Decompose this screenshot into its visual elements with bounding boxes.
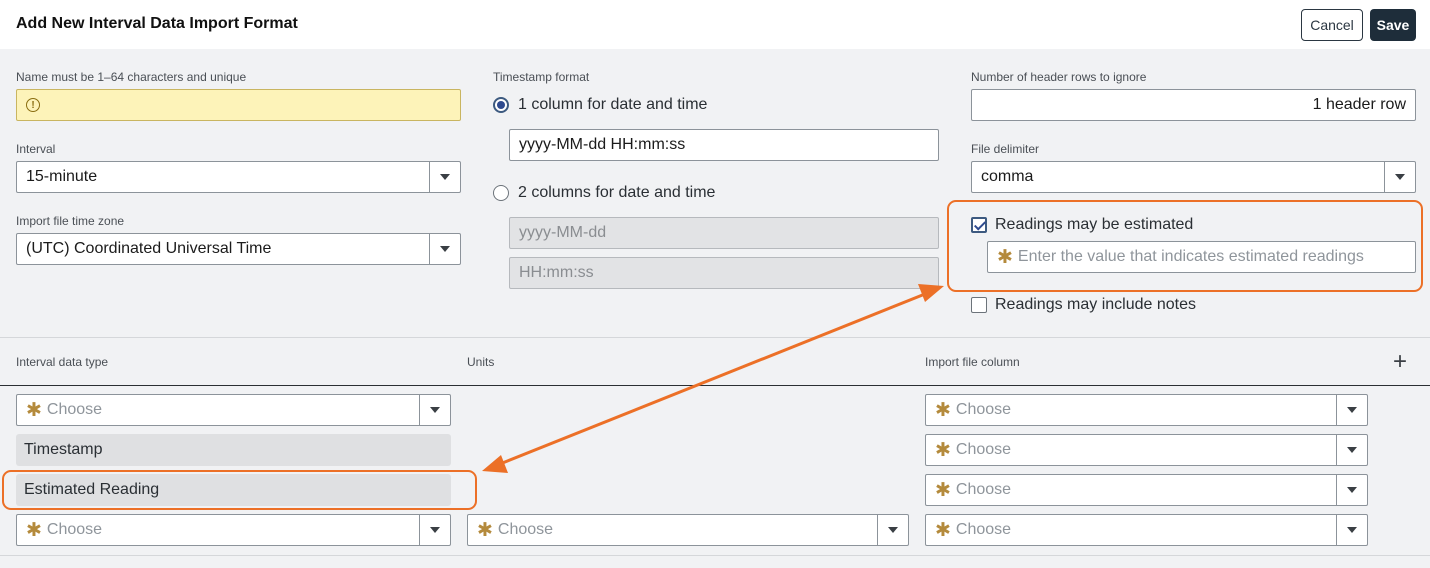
arrowhead-bottom [482, 455, 508, 473]
arrowhead-top [918, 284, 944, 302]
annotation-arrow [482, 284, 944, 473]
arrow-line [494, 290, 931, 468]
